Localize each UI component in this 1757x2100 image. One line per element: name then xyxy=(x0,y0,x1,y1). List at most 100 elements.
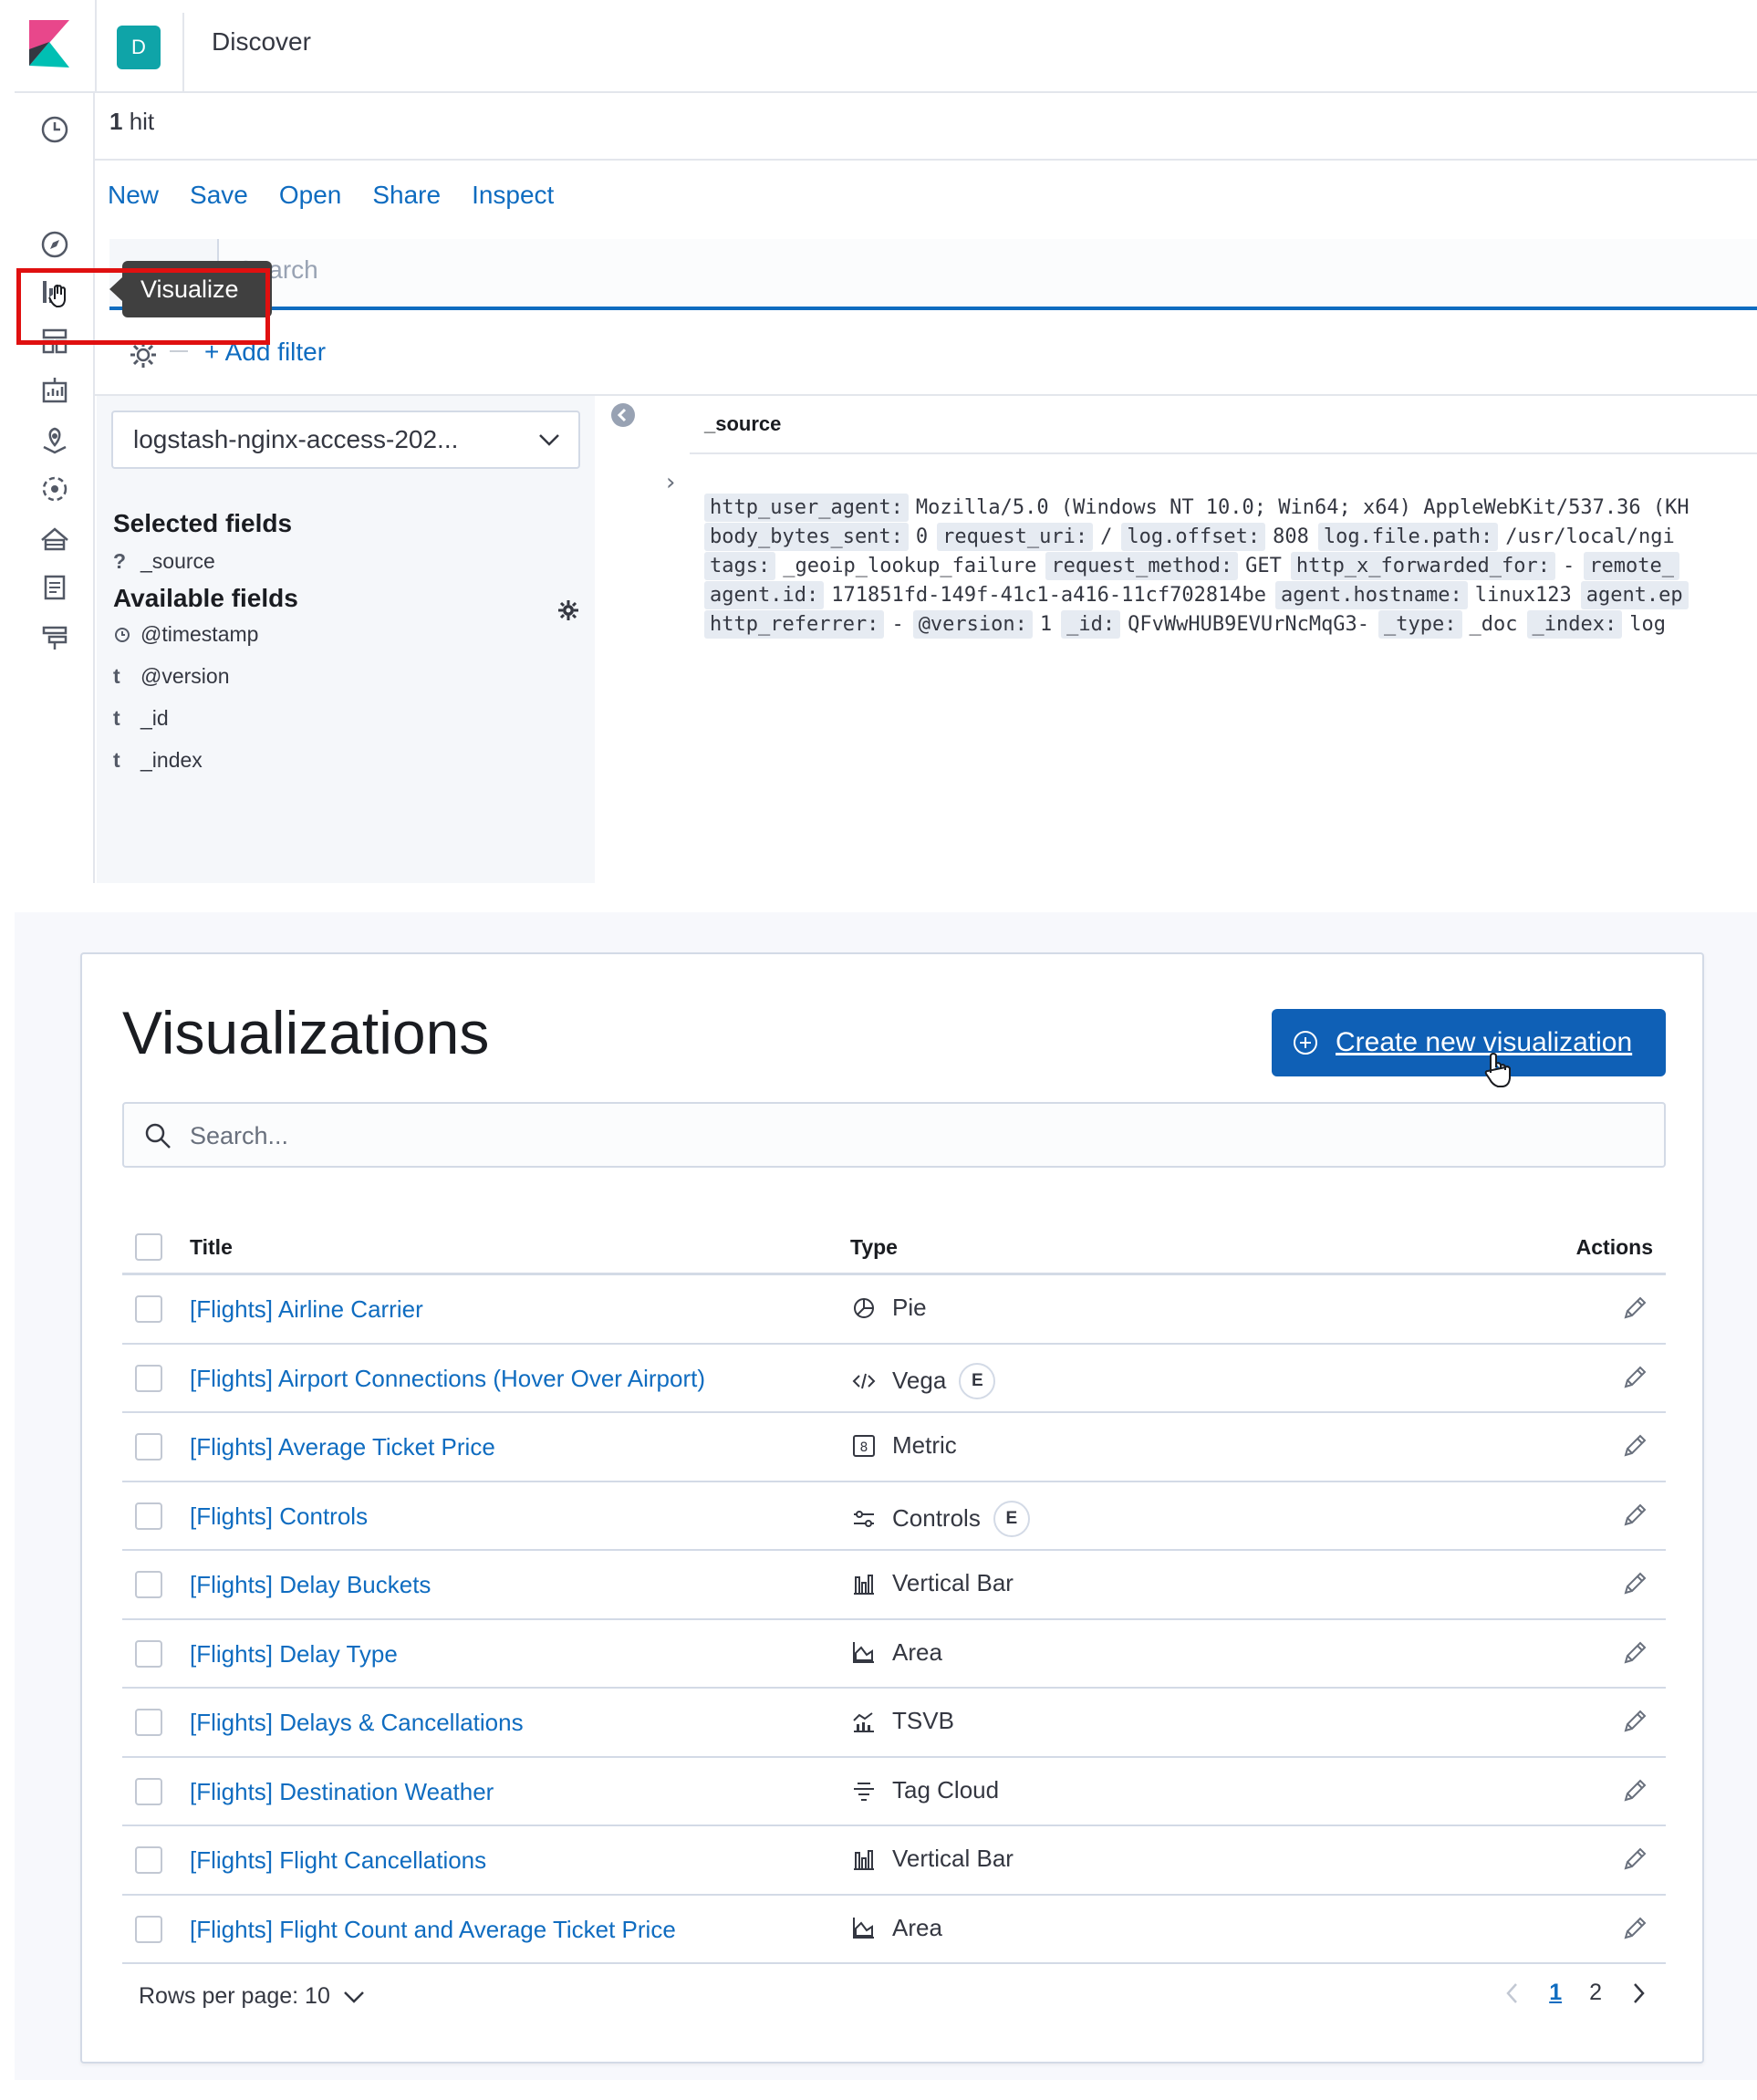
field-name: @version xyxy=(140,664,230,688)
save-button[interactable]: Save xyxy=(190,181,248,210)
space-avatar[interactable]: D xyxy=(117,26,161,69)
visualizations-panel: Visualizations Create new visualization … xyxy=(80,952,1704,2064)
field-name: _index xyxy=(140,748,203,772)
source-field-key: tags: xyxy=(704,552,776,580)
field-item[interactable]: @timestamp xyxy=(113,622,258,647)
field-item[interactable]: t _id xyxy=(113,706,169,731)
recently-viewed-icon[interactable] xyxy=(35,109,75,150)
source-document-line: tags: _geoip_lookup_failure request_method… xyxy=(704,552,1696,580)
maps-icon[interactable] xyxy=(35,420,75,460)
kibana-logo-icon[interactable] xyxy=(29,20,69,68)
visualization-title-link[interactable]: [Flights] Flight Cancellations xyxy=(190,1846,486,1875)
visualization-type: Vertical Bar xyxy=(850,1569,1014,1597)
edit-pencil-icon[interactable] xyxy=(1620,1845,1649,1874)
row-checkbox[interactable] xyxy=(135,1915,162,1943)
row-checkbox[interactable] xyxy=(135,1709,162,1736)
rows-per-page-select[interactable]: Rows per page: 10 xyxy=(139,1983,365,2010)
visualization-type-label: Area xyxy=(892,1637,942,1666)
edit-pencil-icon[interactable] xyxy=(1620,1707,1649,1736)
new-button[interactable]: New xyxy=(108,181,159,210)
visualization-title-link[interactable]: [Flights] Destination Weather xyxy=(190,1778,494,1806)
expand-row-chevron-icon[interactable]: › xyxy=(666,469,675,496)
field-item[interactable]: t _index xyxy=(113,748,203,773)
edit-pencil-icon[interactable] xyxy=(1620,1776,1649,1805)
row-checkbox[interactable] xyxy=(135,1364,162,1392)
source-document-line: body_bytes_sent: 0 request_uri: / log.offset… xyxy=(704,523,1684,551)
query-bar[interactable]: Search xyxy=(109,239,1757,310)
table-row[interactable]: [Flights] Delay Buckets Vertical Bar xyxy=(122,1551,1666,1620)
source-field-key: @version: xyxy=(912,610,1033,639)
visualize-screen: Visualizations Create new visualization … xyxy=(15,912,1757,2080)
previous-page-icon[interactable] xyxy=(1503,1981,1522,2005)
create-visualization-button[interactable]: Create new visualization xyxy=(1272,1009,1666,1076)
search-field[interactable]: Search... xyxy=(122,1102,1666,1168)
row-checkbox[interactable] xyxy=(135,1502,162,1530)
index-pattern-select[interactable]: logstash-nginx-access-202... xyxy=(111,411,580,469)
canvas-icon[interactable] xyxy=(35,370,75,411)
open-button[interactable]: Open xyxy=(279,181,342,210)
visualization-title-link[interactable]: [Flights] Delay Buckets xyxy=(190,1571,431,1599)
edit-pencil-icon[interactable] xyxy=(1620,1501,1649,1530)
visualization-type: Controls E xyxy=(850,1500,1030,1537)
row-checkbox[interactable] xyxy=(135,1571,162,1598)
visualization-type-label: Tag Cloud xyxy=(892,1775,1000,1804)
logs-icon[interactable] xyxy=(35,567,75,608)
source-field-key: body_bytes_sent: xyxy=(704,523,909,551)
select-all-checkbox[interactable] xyxy=(135,1233,162,1261)
apm-icon[interactable] xyxy=(35,617,75,657)
row-checkbox[interactable] xyxy=(135,1846,162,1874)
row-checkbox[interactable] xyxy=(135,1639,162,1668)
visualization-title-link[interactable]: [Flights] Airline Carrier xyxy=(190,1295,423,1324)
table-row[interactable]: [Flights] Airport Connections (Hover Ove… xyxy=(122,1345,1666,1413)
edit-pencil-icon[interactable] xyxy=(1620,1294,1649,1323)
edit-pencil-icon[interactable] xyxy=(1620,1638,1649,1668)
source-field-key: http_referrer: xyxy=(704,610,885,639)
field-settings-gear-icon[interactable] xyxy=(556,598,580,622)
table-row[interactable]: [Flights] Airline Carrier Pie xyxy=(122,1275,1666,1345)
visualization-title-link[interactable]: [Flights] Controls xyxy=(190,1502,368,1531)
visualization-title-link[interactable]: [Flights] Average Ticket Price xyxy=(190,1433,495,1461)
visualization-type: 8 Metric xyxy=(850,1431,957,1460)
column-header-type[interactable]: Type xyxy=(850,1235,898,1260)
page-1-button[interactable]: 1 xyxy=(1549,1980,1562,2006)
field-item[interactable]: ? _source xyxy=(113,549,215,574)
pagination: 1 2 xyxy=(1503,1980,1648,2006)
table-row[interactable]: [Flights] Average Ticket Price 8 Metric xyxy=(122,1413,1666,1482)
table-row[interactable]: [Flights] Destination Weather Tag Cloud xyxy=(122,1758,1666,1826)
edit-pencil-icon[interactable] xyxy=(1620,1363,1649,1392)
ml-icon[interactable] xyxy=(35,469,75,509)
table-row[interactable]: [Flights] Flight Cancellations Vertical B… xyxy=(122,1826,1666,1896)
divider xyxy=(690,452,1757,454)
experimental-badge[interactable]: E xyxy=(959,1362,996,1399)
experimental-badge[interactable]: E xyxy=(993,1500,1030,1537)
row-checkbox[interactable] xyxy=(135,1433,162,1461)
field-item[interactable]: t @version xyxy=(113,664,230,689)
row-checkbox[interactable] xyxy=(135,1295,162,1323)
visualization-title-link[interactable]: [Flights] Airport Connections (Hover Ove… xyxy=(190,1365,705,1393)
search-input[interactable]: Search... xyxy=(190,1122,288,1150)
source-column-header: _source xyxy=(704,412,782,435)
share-button[interactable]: Share xyxy=(372,181,441,210)
next-page-icon[interactable] xyxy=(1629,1981,1648,2005)
table-row[interactable]: [Flights] Controls Controls E xyxy=(122,1482,1666,1551)
collapse-sidebar-icon[interactable] xyxy=(609,401,637,429)
page-2-button[interactable]: 2 xyxy=(1589,1980,1602,2006)
column-header-actions: Actions xyxy=(1575,1235,1653,1259)
table-row[interactable]: [Flights] Delay Type Area xyxy=(122,1620,1666,1689)
visualization-title-link[interactable]: [Flights] Flight Count and Average Ticke… xyxy=(190,1916,676,1944)
edit-pencil-icon[interactable] xyxy=(1620,1569,1649,1598)
edit-pencil-icon[interactable] xyxy=(1620,1431,1649,1461)
source-document-line: http_referrer: - @version: 1 _id: QFvWwHUB9EV… xyxy=(704,610,1675,639)
edit-pencil-icon[interactable] xyxy=(1620,1914,1649,1943)
column-header-title[interactable]: Title xyxy=(190,1235,233,1260)
visualizations-table: Title Type Actions [Flights] Airline Car… xyxy=(122,1221,1666,1964)
table-row[interactable]: [Flights] Flight Count and Average Ticke… xyxy=(122,1896,1666,1964)
table-row[interactable]: [Flights] Delays & Cancellations TSVB xyxy=(122,1689,1666,1758)
infrastructure-icon[interactable] xyxy=(35,518,75,558)
visualization-title-link[interactable]: [Flights] Delay Type xyxy=(190,1640,398,1669)
discover-compass-icon[interactable] xyxy=(35,224,75,265)
visualization-title-link[interactable]: [Flights] Delays & Cancellations xyxy=(190,1709,524,1737)
row-checkbox[interactable] xyxy=(135,1777,162,1805)
visualization-type-label: Vertical Bar xyxy=(892,1845,1014,1872)
inspect-button[interactable]: Inspect xyxy=(472,181,554,210)
